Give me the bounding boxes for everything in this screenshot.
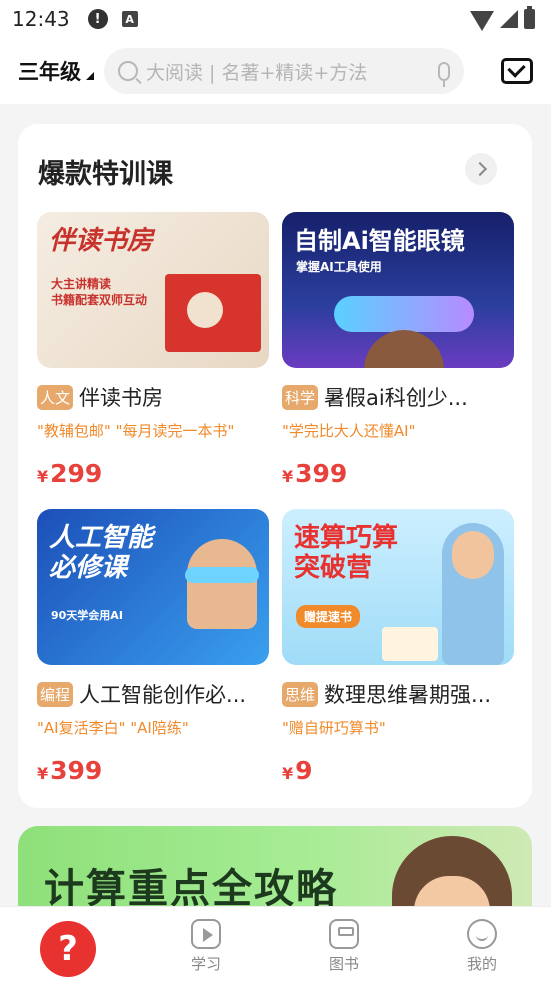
course-highlights: "赠自研巧算书" bbox=[282, 719, 386, 737]
section-title: 爆款特训课 bbox=[38, 159, 173, 190]
currency-symbol: ¥ bbox=[282, 467, 294, 486]
book-icon bbox=[329, 919, 359, 949]
home-question-icon[interactable]: ? bbox=[40, 921, 96, 977]
play-icon bbox=[191, 919, 221, 949]
course-thumbnail[interactable]: 人工智能 必修课 90天学会用AI bbox=[37, 509, 269, 665]
tab-label: 我的 bbox=[466, 955, 497, 973]
status-indicators bbox=[470, 6, 535, 31]
course-price: ¥ 399 bbox=[37, 756, 269, 785]
currency-symbol: ¥ bbox=[282, 764, 294, 783]
thumbnail-subtitle: 掌握AI工具使用 bbox=[296, 260, 382, 274]
chevron-right-icon[interactable] bbox=[465, 153, 497, 185]
course-item[interactable]: 人工智能 必修课 90天学会用AI 编程 人工智能创作必... "AI复活李白"… bbox=[37, 509, 269, 785]
wifi-icon bbox=[470, 11, 494, 31]
course-highlights: "学完比大人还懂AI" bbox=[282, 422, 416, 440]
course-item[interactable]: 伴读书房 大主讲精读 书籍配套双师互动 人文 伴读书房 "教辅包邮" "每月读完… bbox=[37, 212, 269, 488]
course-price: ¥ 9 bbox=[282, 756, 514, 785]
status-time: 12:43 bbox=[12, 7, 70, 31]
tab-profile[interactable]: 我的 bbox=[452, 919, 512, 974]
course-tag: 编程 bbox=[37, 681, 74, 707]
course-thumbnail[interactable]: 自制Ai智能眼镜 掌握AI工具使用 bbox=[282, 212, 514, 368]
course-highlights: "AI复活李白" "AI陪练" bbox=[37, 719, 189, 737]
currency-symbol: ¥ bbox=[37, 467, 49, 486]
decorative-disc bbox=[187, 292, 223, 328]
book-image bbox=[382, 627, 438, 661]
vr-glasses-image bbox=[185, 567, 259, 583]
course-title: 暑假ai科创少... bbox=[324, 386, 468, 410]
tab-label: 学习 bbox=[190, 955, 221, 973]
course-thumbnail[interactable]: 速算巧算 突破营 赠提速书 bbox=[282, 509, 514, 665]
search-placeholder: 大阅读 | 名著+精读+方法 bbox=[146, 61, 368, 84]
search-input[interactable]: 大阅读 | 名著+精读+方法 bbox=[104, 48, 464, 94]
tab-books[interactable]: 图书 bbox=[314, 919, 374, 974]
smile-icon bbox=[467, 919, 497, 949]
vr-goggles-image bbox=[334, 296, 474, 332]
thumbnail-subtitle: 赠提速书 bbox=[296, 605, 361, 628]
thumbnail-subtitle: 大主讲精读 书籍配套双师互动 bbox=[51, 277, 148, 307]
top-header: 三年级 大阅读 | 名著+精读+方法 bbox=[0, 38, 551, 104]
course-thumbnail[interactable]: 伴读书房 大主讲精读 书籍配套双师互动 bbox=[37, 212, 269, 368]
course-price: ¥ 399 bbox=[282, 459, 514, 488]
course-highlights: "教辅包邮" "每月读完一本书" bbox=[37, 422, 235, 440]
thumbnail-title: 自制Ai智能眼镜 bbox=[294, 227, 465, 255]
tab-study[interactable]: 学习 bbox=[176, 919, 236, 974]
thumbnail-title: 速算巧算 突破营 bbox=[294, 523, 399, 583]
thumbnail-subtitle: 90天学会用AI bbox=[51, 609, 123, 622]
grade-label: 三年级 bbox=[18, 60, 81, 84]
boy-illustration bbox=[392, 836, 512, 916]
price-value: 299 bbox=[50, 459, 103, 488]
cellular-signal-icon bbox=[500, 10, 518, 28]
course-title: 人工智能创作必... bbox=[79, 683, 247, 707]
hot-courses-card: 爆款特训课 伴读书房 大主讲精读 书籍配套双师互动 人文 伴读书房 "教辅包邮"… bbox=[18, 124, 532, 808]
course-price: ¥ 299 bbox=[37, 459, 269, 488]
thumbnail-title: 伴读书房 bbox=[49, 226, 154, 256]
price-value: 399 bbox=[295, 459, 348, 488]
microphone-icon[interactable] bbox=[438, 61, 450, 87]
caret-down-icon bbox=[86, 72, 94, 80]
battery-icon bbox=[524, 6, 535, 29]
course-item[interactable]: 自制Ai智能眼镜 掌握AI工具使用 科学 暑假ai科创少... "学完比大人还懂… bbox=[282, 212, 514, 488]
promo-banner[interactable]: 计算重点全攻略 bbox=[18, 826, 532, 916]
status-bar: 12:43 ! A bbox=[0, 0, 551, 38]
app-notification-icon: A bbox=[121, 11, 138, 27]
tab-label: 图书 bbox=[328, 955, 359, 973]
mail-icon[interactable] bbox=[501, 58, 533, 84]
course-title: 数理思维暑期强... bbox=[324, 683, 492, 707]
price-value: 9 bbox=[295, 756, 313, 785]
grade-selector[interactable]: 三年级 bbox=[18, 56, 94, 86]
alert-icon: ! bbox=[87, 9, 108, 29]
course-title: 伴读书房 bbox=[79, 386, 164, 410]
thumbnail-title: 人工智能 必修课 bbox=[49, 523, 154, 583]
course-tag: 思维 bbox=[282, 681, 319, 707]
child-image bbox=[364, 330, 444, 368]
bottom-nav: ? 学习 图书 我的 bbox=[0, 906, 551, 981]
currency-symbol: ¥ bbox=[37, 764, 49, 783]
course-tag: 科学 bbox=[282, 384, 319, 410]
child-image bbox=[187, 539, 257, 629]
search-icon bbox=[118, 61, 138, 81]
course-tag: 人文 bbox=[37, 384, 74, 410]
course-item[interactable]: 速算巧算 突破营 赠提速书 思维 数理思维暑期强... "赠自研巧算书" ¥ 9 bbox=[282, 509, 514, 785]
price-value: 399 bbox=[50, 756, 103, 785]
child-face bbox=[452, 531, 494, 579]
